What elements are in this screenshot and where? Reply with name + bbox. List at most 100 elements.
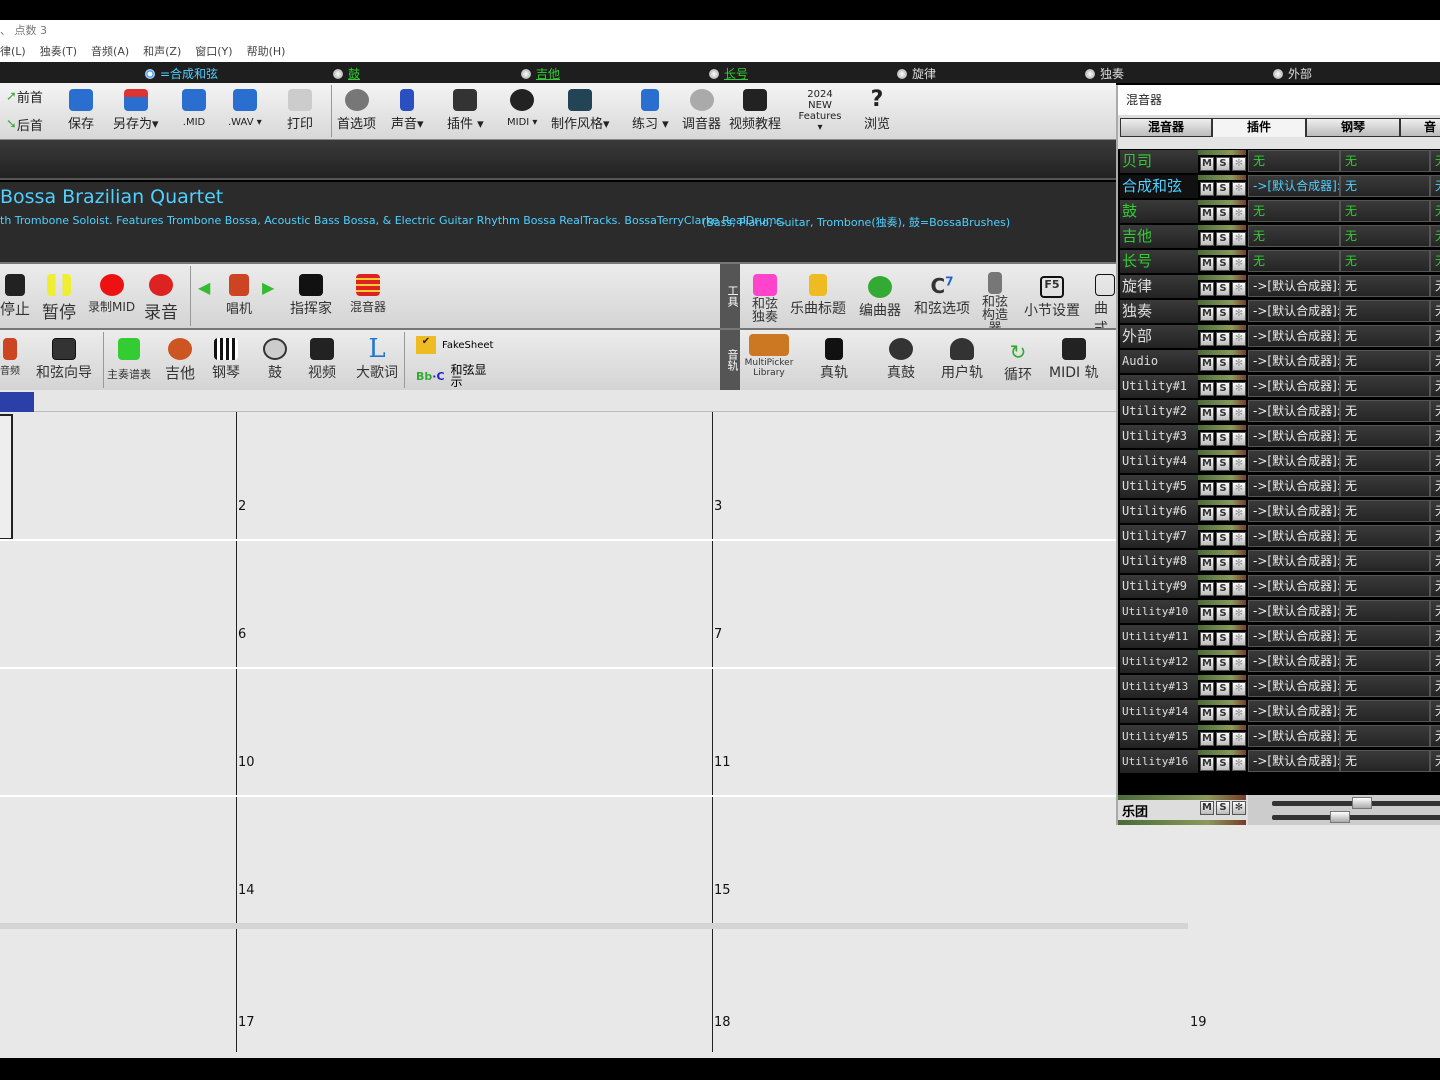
plugin-slot-2[interactable]: 无	[1340, 675, 1430, 697]
mute-button[interactable]: M	[1200, 407, 1214, 421]
fx-button[interactable]: ✻	[1232, 257, 1246, 271]
plugin-slot-2[interactable]: 无	[1340, 650, 1430, 672]
plugin-slot-1[interactable]: 无	[1248, 150, 1340, 172]
plugin-slot-3[interactable]: 无	[1430, 525, 1440, 547]
track-name[interactable]: Utility#3	[1120, 425, 1198, 448]
song-title-button[interactable]: 乐曲标题	[790, 274, 846, 318]
jukebox-button[interactable]: 唱机	[226, 274, 252, 317]
plugin-slot-3[interactable]: 无	[1430, 550, 1440, 572]
sound-button[interactable]: 声音▾	[391, 89, 424, 132]
track-radio-0[interactable]: =合成和弦	[145, 65, 218, 82]
drums-button[interactable]: 鼓	[263, 338, 287, 382]
midi-tracks-button[interactable]: MIDI 轨	[1049, 338, 1099, 382]
fx-button[interactable]: ✻	[1232, 582, 1246, 596]
track-name[interactable]: Utility#10	[1120, 600, 1198, 623]
tab-piano[interactable]: 钢琴	[1306, 118, 1400, 137]
fx-button[interactable]: ✻	[1232, 207, 1246, 221]
fx-button[interactable]: ✻	[1232, 432, 1246, 446]
fx-button[interactable]: ✻	[1232, 632, 1246, 646]
band-pan-knob[interactable]	[1330, 811, 1350, 823]
tab-plugins[interactable]: 插件	[1212, 118, 1306, 137]
track-name[interactable]: Utility#15	[1120, 725, 1198, 748]
plugin-slot-3[interactable]: 无	[1430, 225, 1440, 247]
fx-button[interactable]: ✻	[1232, 457, 1246, 471]
solo-button[interactable]: S	[1216, 182, 1230, 196]
track-name[interactable]: 旋律	[1120, 275, 1198, 298]
multipicker-button[interactable]: MultiPicker Library	[744, 334, 794, 378]
plugin-slot-2[interactable]: 无	[1340, 550, 1430, 572]
solo-button[interactable]: S	[1216, 707, 1230, 721]
mute-button[interactable]: M	[1200, 207, 1214, 221]
plugin-slot-3[interactable]: 无	[1430, 300, 1440, 322]
plugin-slot-3[interactable]: 无	[1430, 400, 1440, 422]
mute-button[interactable]: M	[1200, 582, 1214, 596]
print-button[interactable]: 打印	[287, 89, 313, 132]
track-name[interactable]: Utility#6	[1120, 500, 1198, 523]
plugin-slot-3[interactable]: 无	[1430, 175, 1440, 197]
solo-button[interactable]: S	[1216, 757, 1230, 771]
fx-button[interactable]: ✻	[1232, 307, 1246, 321]
playhead-marker[interactable]	[0, 392, 34, 412]
track-name[interactable]: Utility#13	[1120, 675, 1198, 698]
video-tutorial-button[interactable]: 视频教程	[729, 89, 781, 132]
fx-button[interactable]: ✻	[1232, 482, 1246, 496]
make-style-button[interactable]: 制作风格▾	[551, 89, 610, 132]
solo-button[interactable]: S	[1216, 432, 1230, 446]
mixer-button[interactable]: 混音器	[350, 274, 386, 315]
plugin-slot-1[interactable]: ->[默认合成器]:	[1248, 325, 1340, 347]
plugin-slot-1[interactable]: ->[默认合成器]:	[1248, 450, 1340, 472]
plugins-button[interactable]: 插件 ▾	[447, 89, 484, 132]
solo-button[interactable]: S	[1216, 257, 1230, 271]
track-name[interactable]: Utility#16	[1120, 750, 1198, 773]
plugin-slot-1[interactable]: ->[默认合成器]:	[1248, 550, 1340, 572]
plugin-slot-2[interactable]: 无	[1340, 725, 1430, 747]
preferences-button[interactable]: 首选项	[337, 89, 376, 132]
fx-button[interactable]: ✻	[1232, 407, 1246, 421]
conductor-button[interactable]: 指挥家	[290, 274, 332, 318]
plugin-slot-1[interactable]: ->[默认合成器]:	[1248, 600, 1340, 622]
plugin-slot-1[interactable]: ->[默认合成器]:	[1248, 675, 1340, 697]
plugin-slot-1[interactable]: ->[默认合成器]:	[1248, 625, 1340, 647]
plugin-slot-1[interactable]: ->[默认合成器]:	[1248, 725, 1340, 747]
plugin-slot-3[interactable]: 无	[1430, 700, 1440, 722]
solo-button[interactable]: S	[1216, 282, 1230, 296]
plugin-slot-3[interactable]: 无	[1430, 500, 1440, 522]
plugin-slot-1[interactable]: ->[默认合成器]:	[1248, 750, 1340, 772]
mute-button[interactable]: M	[1200, 607, 1214, 621]
plugin-slot-2[interactable]: 无	[1340, 350, 1430, 372]
plugin-slot-2[interactable]: 无	[1340, 175, 1430, 197]
plugin-slot-1[interactable]: ->[默认合成器]:	[1248, 300, 1340, 322]
track-radio-4[interactable]: 旋律	[897, 65, 936, 82]
plugin-slot-2[interactable]: 无	[1340, 275, 1430, 297]
chord-sheet-right[interactable]	[1188, 825, 1440, 1058]
track-name[interactable]: 合成和弦	[1120, 175, 1198, 198]
plugin-slot-2[interactable]: 无	[1340, 500, 1430, 522]
menu-help[interactable]: 帮助(H)	[247, 42, 286, 62]
plugin-slot-2[interactable]: 无	[1340, 150, 1430, 172]
plugin-slot-2[interactable]: 无	[1340, 300, 1430, 322]
solo-button[interactable]: S	[1216, 632, 1230, 646]
mute-button[interactable]: M	[1200, 307, 1214, 321]
track-radio-6[interactable]: 外部	[1273, 65, 1312, 82]
plugin-slot-1[interactable]: ->[默认合成器]:	[1248, 700, 1340, 722]
track-name[interactable]: Utility#5	[1120, 475, 1198, 498]
next-song-button[interactable]: ➘ 后首	[6, 115, 43, 134]
fx-button[interactable]: ✻	[1232, 532, 1246, 546]
mute-button[interactable]: M	[1200, 507, 1214, 521]
solo-button[interactable]: S	[1216, 557, 1230, 571]
plugin-slot-2[interactable]: 无	[1340, 200, 1430, 222]
plugin-slot-3[interactable]: 无	[1430, 725, 1440, 747]
midi-button[interactable]: MIDI ▾	[507, 89, 537, 128]
solo-button[interactable]: S	[1216, 532, 1230, 546]
prev-song-button[interactable]: ➚ 前首	[6, 87, 43, 106]
fx-button[interactable]: ✻	[1232, 332, 1246, 346]
plugin-slot-1[interactable]: ->[默认合成器]:	[1248, 175, 1340, 197]
bar-settings-button[interactable]: F5 小节设置	[1024, 276, 1080, 320]
menu-audio[interactable]: 音频(A)	[91, 42, 129, 62]
mute-button[interactable]: M	[1200, 182, 1214, 196]
mute-button[interactable]: M	[1200, 332, 1214, 346]
plugin-slot-2[interactable]: 无	[1340, 325, 1430, 347]
plugin-slot-2[interactable]: 无	[1340, 575, 1430, 597]
tab-more[interactable]: 音	[1400, 118, 1440, 137]
save-midi-button[interactable]: .MID	[182, 89, 206, 128]
